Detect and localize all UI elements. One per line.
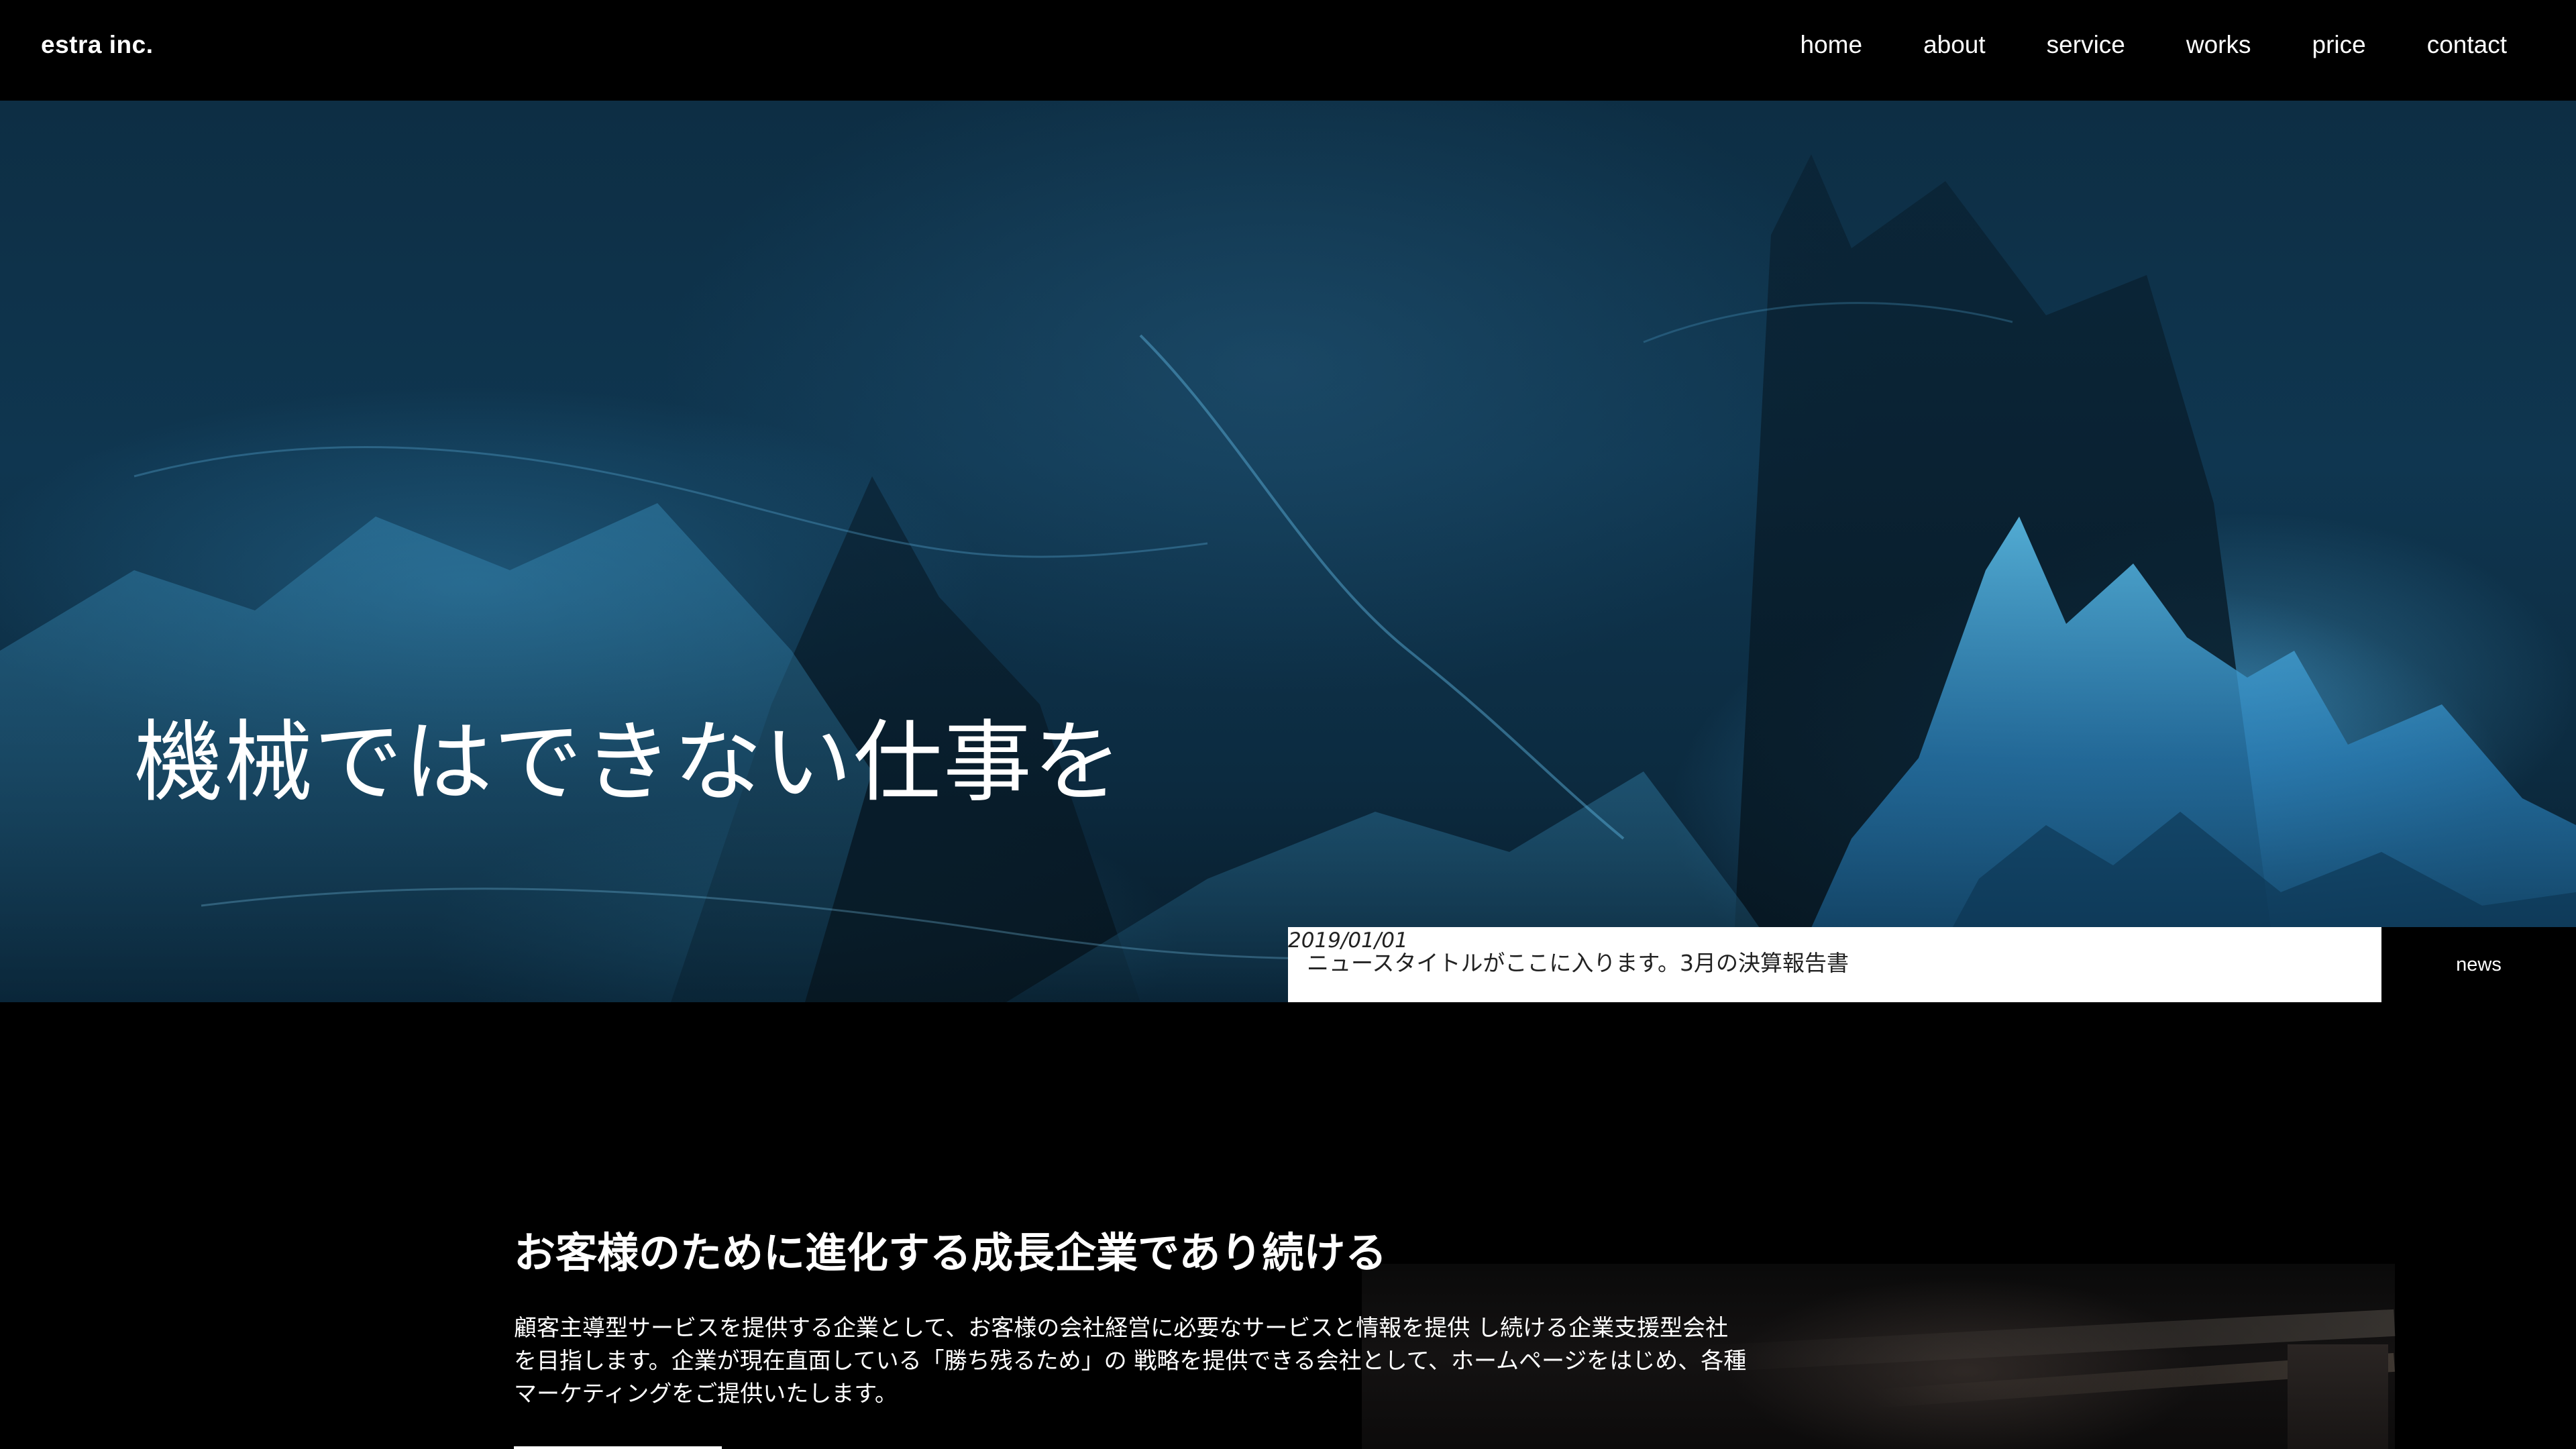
news-title[interactable]: ニュースタイトルがここに入ります。3月の決算報告書: [1307, 945, 1849, 977]
news-item[interactable]: 2019/01/01 ニュースタイトルがここに入ります。3月の決算報告書: [1288, 927, 2381, 1002]
nav-contact[interactable]: contact: [2427, 31, 2507, 59]
nav-price[interactable]: price: [2312, 31, 2366, 59]
about-heading: お客様のために進化する成長企業であり続ける: [514, 1228, 1387, 1277]
image-block: [2288, 1344, 2388, 1449]
nav-home[interactable]: home: [1801, 31, 1863, 59]
about-more-link[interactable]: [514, 1446, 722, 1449]
about-body-text: 顧客主導型サービスを提供する企業として、お客様の会社経営に必要なサービスと情報を…: [514, 1315, 1747, 1407]
nav-about[interactable]: about: [1923, 31, 1986, 59]
nav-service[interactable]: service: [2047, 31, 2125, 59]
site-logo[interactable]: estra inc.: [41, 31, 153, 59]
news-button[interactable]: news: [2381, 927, 2576, 1002]
hero-title: 機械ではできない仕事を: [134, 711, 1123, 814]
hero-background-image: [0, 154, 2576, 1002]
site-header: estra inc. home about service works pric…: [0, 0, 2576, 101]
nav-works[interactable]: works: [2186, 31, 2251, 59]
hero-section: 機械ではできない仕事を: [0, 101, 2576, 1002]
main-nav: home about service works price contact: [1801, 31, 2507, 59]
about-section: お客様のために進化する成長企業であり続ける 顧客主導型サービスを提供する企業とし…: [0, 1002, 2576, 1449]
